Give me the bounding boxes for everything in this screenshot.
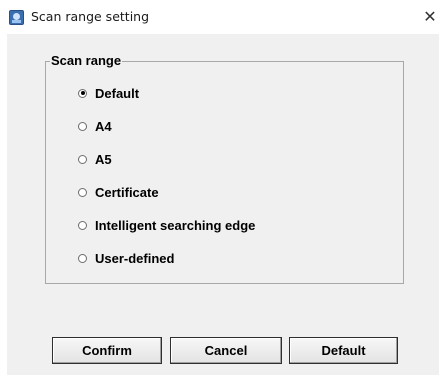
title-bar: Scan range setting ✕ (0, 0, 446, 34)
scan-range-dialog: Scan range setting ✕ Scan range Default … (0, 0, 446, 382)
close-icon[interactable]: ✕ (416, 4, 444, 30)
radio-button[interactable] (78, 220, 87, 230)
radio-option-user-defined[interactable]: User-defined (78, 249, 174, 267)
radio-label: User-defined (95, 250, 175, 266)
radio-label: A4 (95, 118, 112, 134)
default-button[interactable]: Default (289, 337, 398, 364)
radio-option-intelligent-searching-edge[interactable]: Intelligent searching edge (78, 216, 255, 234)
dialog-body: Scan range Default A4 A5 Certificate Int… (7, 34, 439, 375)
radio-label: Intelligent searching edge (95, 217, 256, 233)
cancel-button[interactable]: Cancel (170, 337, 282, 364)
scan-range-group: Scan range Default A4 A5 Certificate Int… (45, 53, 404, 284)
radio-button[interactable] (78, 154, 87, 164)
radio-option-a5[interactable]: A5 (78, 150, 112, 168)
radio-button[interactable] (78, 187, 87, 197)
window-title: Scan range setting (31, 9, 150, 24)
radio-option-a4[interactable]: A4 (78, 117, 112, 135)
confirm-button[interactable]: Confirm (52, 337, 162, 364)
scanner-app-icon (9, 10, 24, 25)
radio-option-default[interactable]: Default (78, 84, 139, 102)
radio-label: A5 (95, 151, 112, 167)
radio-label: Certificate (95, 184, 159, 200)
group-label: Scan range (50, 53, 123, 68)
radio-button-checked[interactable] (78, 88, 87, 98)
radio-label: Default (95, 85, 140, 101)
radio-button[interactable] (78, 253, 87, 263)
radio-button[interactable] (78, 121, 87, 131)
radio-option-certificate[interactable]: Certificate (78, 183, 159, 201)
